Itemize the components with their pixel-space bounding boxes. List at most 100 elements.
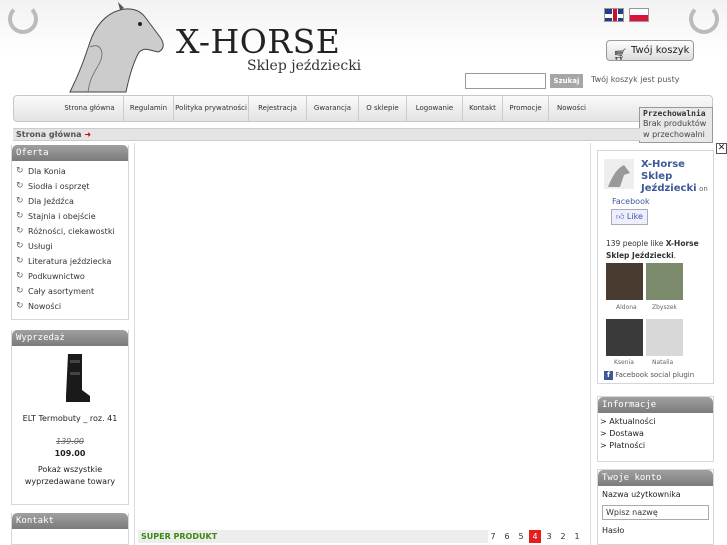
sale-title: Wyprzedaż [12, 330, 128, 346]
facebook-link[interactable]: Facebook [612, 197, 650, 206]
facebook-plugin-label: f Facebook social plugin [604, 371, 694, 380]
main-nav: Strona główna Regulamin Polityka prywatn… [13, 95, 713, 122]
page-link[interactable]: 2 [557, 530, 569, 543]
page-link[interactable]: 7 [487, 530, 499, 543]
nav-login[interactable]: Logowanie [407, 96, 463, 121]
horseshoe-icon [8, 4, 38, 34]
cart-icon: 🛒︎ [613, 48, 627, 61]
facebook-on: on [699, 185, 708, 193]
thumbs-up-icon: 👍︎ [616, 212, 625, 221]
offer-item[interactable]: ↻ Cały asortyment [12, 284, 128, 299]
contact-title: Kontakt [12, 513, 128, 529]
circular-arrow-icon: ↻ [16, 226, 24, 236]
cart-button-label: Twój koszyk [631, 45, 690, 56]
close-icon[interactable]: ✕ [716, 143, 727, 154]
fan-name: Zbyszek [652, 304, 677, 311]
header: X-HORSE Sklep jeździecki 🛒︎ Twój koszyk … [0, 0, 727, 93]
circular-arrow-icon: ↻ [16, 166, 24, 176]
circular-arrow-icon: ↻ [16, 181, 24, 191]
nav-regulations[interactable]: Regulamin [124, 96, 174, 121]
page-link[interactable]: 5 [515, 530, 527, 543]
search-input[interactable] [465, 73, 546, 89]
sale-new-price: 109.00 [54, 449, 86, 458]
offer-item[interactable]: ↻ Różności, ciekawostki [12, 224, 128, 239]
info-box: Informacje > Aktualności > Dostawa > Pła… [597, 396, 714, 462]
fan-avatar[interactable] [646, 263, 683, 300]
circular-arrow-icon: ↻ [16, 196, 24, 206]
offer-item[interactable]: ↻ Nowości [12, 299, 128, 314]
sale-old-price: 139.00 [56, 437, 84, 446]
offer-box: Oferta ↻ Dla Konia ↻ Siodła i osprzęt ↻ Dla… [11, 145, 129, 320]
brand-tagline: Sklep jeździecki [247, 58, 362, 74]
sale-box: Wyprzedaż ELT Termobuty _ roz. 41 139.00… [11, 330, 129, 505]
breadcrumb: Strona główna ➜ [13, 128, 640, 141]
circular-arrow-icon: ↻ [16, 286, 24, 296]
page-link-active[interactable]: 4 [529, 530, 541, 543]
horseshoe-icon [689, 4, 719, 34]
storage-text: Brak produktów w przechowalni [643, 119, 707, 139]
password-label: Hasło [602, 526, 625, 535]
page-link[interactable]: 6 [501, 530, 513, 543]
facebook-page-name[interactable]: X-Horse Sklep Jeździecki [641, 159, 697, 194]
page-link[interactable]: 1 [571, 530, 583, 543]
boot-image [66, 354, 90, 402]
circular-arrow-icon: ↻ [16, 241, 24, 251]
sale-show-all-link[interactable]: Pokaż wszystkie wyprzedawane towary [12, 464, 128, 488]
contact-box: Kontakt [11, 513, 129, 545]
facebook-icon: f [604, 371, 613, 380]
nav-home[interactable]: Strona główna [56, 96, 124, 121]
horse-head-logo [69, 2, 164, 93]
facebook-likes-text: 139 people like X-Horse Sklep Jeździecki… [606, 239, 699, 260]
brand-title: X-HORSE [176, 22, 341, 61]
info-item[interactable]: > Aktualności [600, 416, 711, 428]
arrow-right-icon: ➜ [84, 130, 92, 139]
offer-item[interactable]: ↻ Podkuwnictwo [12, 269, 128, 284]
circular-arrow-icon: ↻ [16, 256, 24, 266]
fan-name: Kseniа [614, 359, 634, 366]
offer-item[interactable]: ↻ Siodła i osprzęt [12, 179, 128, 194]
nav-privacy[interactable]: Polityka prywatności [174, 96, 249, 121]
offer-item[interactable]: ↻ Usługi [12, 239, 128, 254]
nav-about[interactable]: O sklepie [359, 96, 407, 121]
facebook-widget: X-Horse Sklep Jeździecki on Facebook 👍︎ … [597, 150, 714, 384]
storage-panel: Przechowalnia Brak produktów w przechowa… [639, 107, 713, 143]
account-box: Twoje konto Nazwa użytkownika Wpisz nazw… [597, 469, 714, 545]
breadcrumb-home[interactable]: Strona główna [16, 130, 82, 139]
offer-item[interactable]: ↻ Dla Konia [12, 164, 128, 179]
cart-button[interactable]: 🛒︎ Twój koszyk [606, 40, 694, 61]
facebook-like-button[interactable]: 👍︎ Like [611, 209, 648, 225]
fan-avatar[interactable] [646, 319, 683, 356]
fan-name: Natalia [652, 359, 674, 366]
flag-pl-icon[interactable] [629, 8, 649, 22]
nav-warranty[interactable]: Gwarancja [307, 96, 359, 121]
horse-avatar-icon [604, 159, 634, 189]
offer-item[interactable]: ↻ Stajnia i obejście [12, 209, 128, 224]
offer-item[interactable]: ↻ Literatura jeździecka [12, 254, 128, 269]
nav-contact[interactable]: Kontakt [463, 96, 503, 121]
nav-register[interactable]: Rejestracja [249, 96, 307, 121]
nav-promotions[interactable]: Promocje [503, 96, 549, 121]
offer-item[interactable]: ↻ Dla Jeźdźca [12, 194, 128, 209]
cart-status: Twój koszyk jest pusty [591, 75, 680, 84]
circular-arrow-icon: ↻ [16, 301, 24, 311]
page-link[interactable]: 3 [543, 530, 555, 543]
fan-name: Aldona [616, 304, 637, 311]
fan-avatar[interactable] [606, 319, 643, 356]
offer-title: Oferta [12, 145, 128, 161]
sale-product-name[interactable]: ELT Termobuty _ roz. 41 [12, 414, 128, 423]
info-item[interactable]: > Płatności [600, 440, 711, 452]
username-label: Nazwa użytkownika [602, 490, 681, 499]
info-item[interactable]: > Dostawa [600, 428, 711, 440]
info-title: Informacje [598, 397, 713, 413]
super-product-title: SUPER PRODUKT [138, 530, 488, 543]
product-image[interactable] [12, 346, 130, 406]
username-input[interactable]: Wpisz nazwę [602, 505, 709, 520]
storage-title: Przechowalnia [643, 109, 706, 118]
fan-avatar[interactable] [606, 263, 643, 300]
flag-en-icon[interactable] [604, 8, 624, 22]
circular-arrow-icon: ↻ [16, 211, 24, 221]
account-title: Twoje konto [598, 470, 713, 486]
circular-arrow-icon: ↻ [16, 271, 24, 281]
nav-news[interactable]: Nowości [549, 96, 594, 121]
search-button[interactable]: Szukaj [550, 74, 583, 88]
